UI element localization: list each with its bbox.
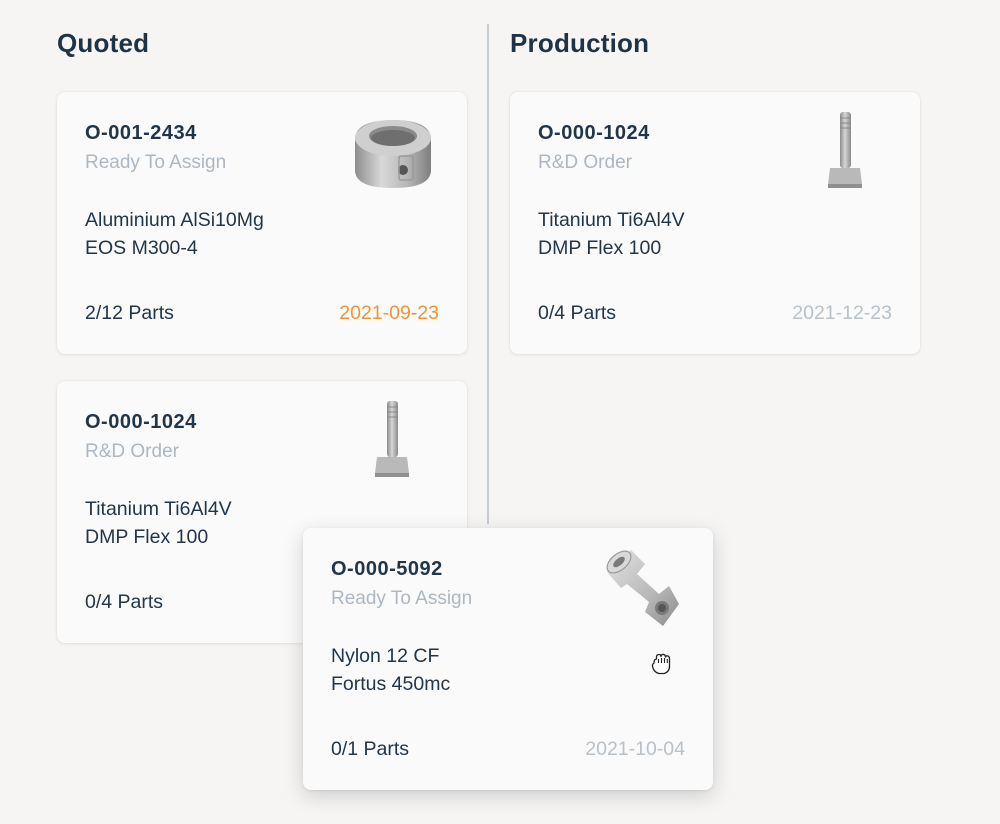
material-name: Titanium Ti6Al4V: [85, 498, 232, 520]
machine-name: DMP Flex 100: [85, 526, 209, 548]
material-name: Aluminium AlSi10Mg: [85, 209, 264, 231]
order-id: O-000-5092: [331, 558, 443, 580]
order-material-info: Titanium Ti6Al4V DMP Flex 100: [85, 495, 232, 551]
machine-name: EOS M300-4: [85, 237, 198, 259]
elbow-fitting-part-icon: [606, 550, 679, 626]
machine-name: DMP Flex 100: [538, 237, 662, 259]
order-id: O-001-2434: [85, 122, 197, 144]
order-material-info: Nylon 12 CF Fortus 450mc: [331, 642, 450, 698]
order-status: Ready To Assign: [331, 588, 473, 609]
bolt-part-icon: [375, 401, 409, 477]
parts-count: 2/12 Parts: [85, 302, 174, 324]
order-status: Ready To Assign: [85, 152, 227, 173]
material-name: Titanium Ti6Al4V: [538, 209, 685, 231]
order-status: R&D Order: [85, 441, 179, 462]
parts-count: 0/4 Parts: [538, 302, 617, 324]
order-card[interactable]: O-001-2434 Ready To Assign Aluminium AlS…: [57, 92, 467, 354]
due-date: 2021-12-23: [792, 302, 892, 324]
order-material-info: Aluminium AlSi10Mg EOS M300-4: [85, 206, 264, 262]
due-date: 2021-09-23: [339, 302, 439, 324]
parts-count: 0/1 Parts: [331, 738, 410, 760]
order-card[interactable]: O-000-1024 R&D Order Titanium Ti6Al4V DM…: [510, 92, 920, 354]
machine-name: Fortus 450mc: [331, 673, 451, 695]
column-title-quoted: Quoted: [57, 28, 150, 58]
order-status: R&D Order: [538, 152, 632, 173]
ring-part-icon: [355, 120, 431, 188]
due-date: 2021-10-04: [585, 738, 685, 760]
parts-count: 0/4 Parts: [85, 591, 164, 613]
order-id: O-000-1024: [85, 411, 197, 433]
column-title-production: Production: [510, 28, 650, 58]
material-name: Nylon 12 CF: [331, 645, 440, 667]
grab-hand-icon: [651, 653, 671, 675]
order-id: O-000-1024: [538, 122, 650, 144]
bolt-part-icon: [828, 112, 862, 188]
order-material-info: Titanium Ti6Al4V DMP Flex 100: [538, 206, 685, 262]
column-divider: [487, 24, 489, 524]
